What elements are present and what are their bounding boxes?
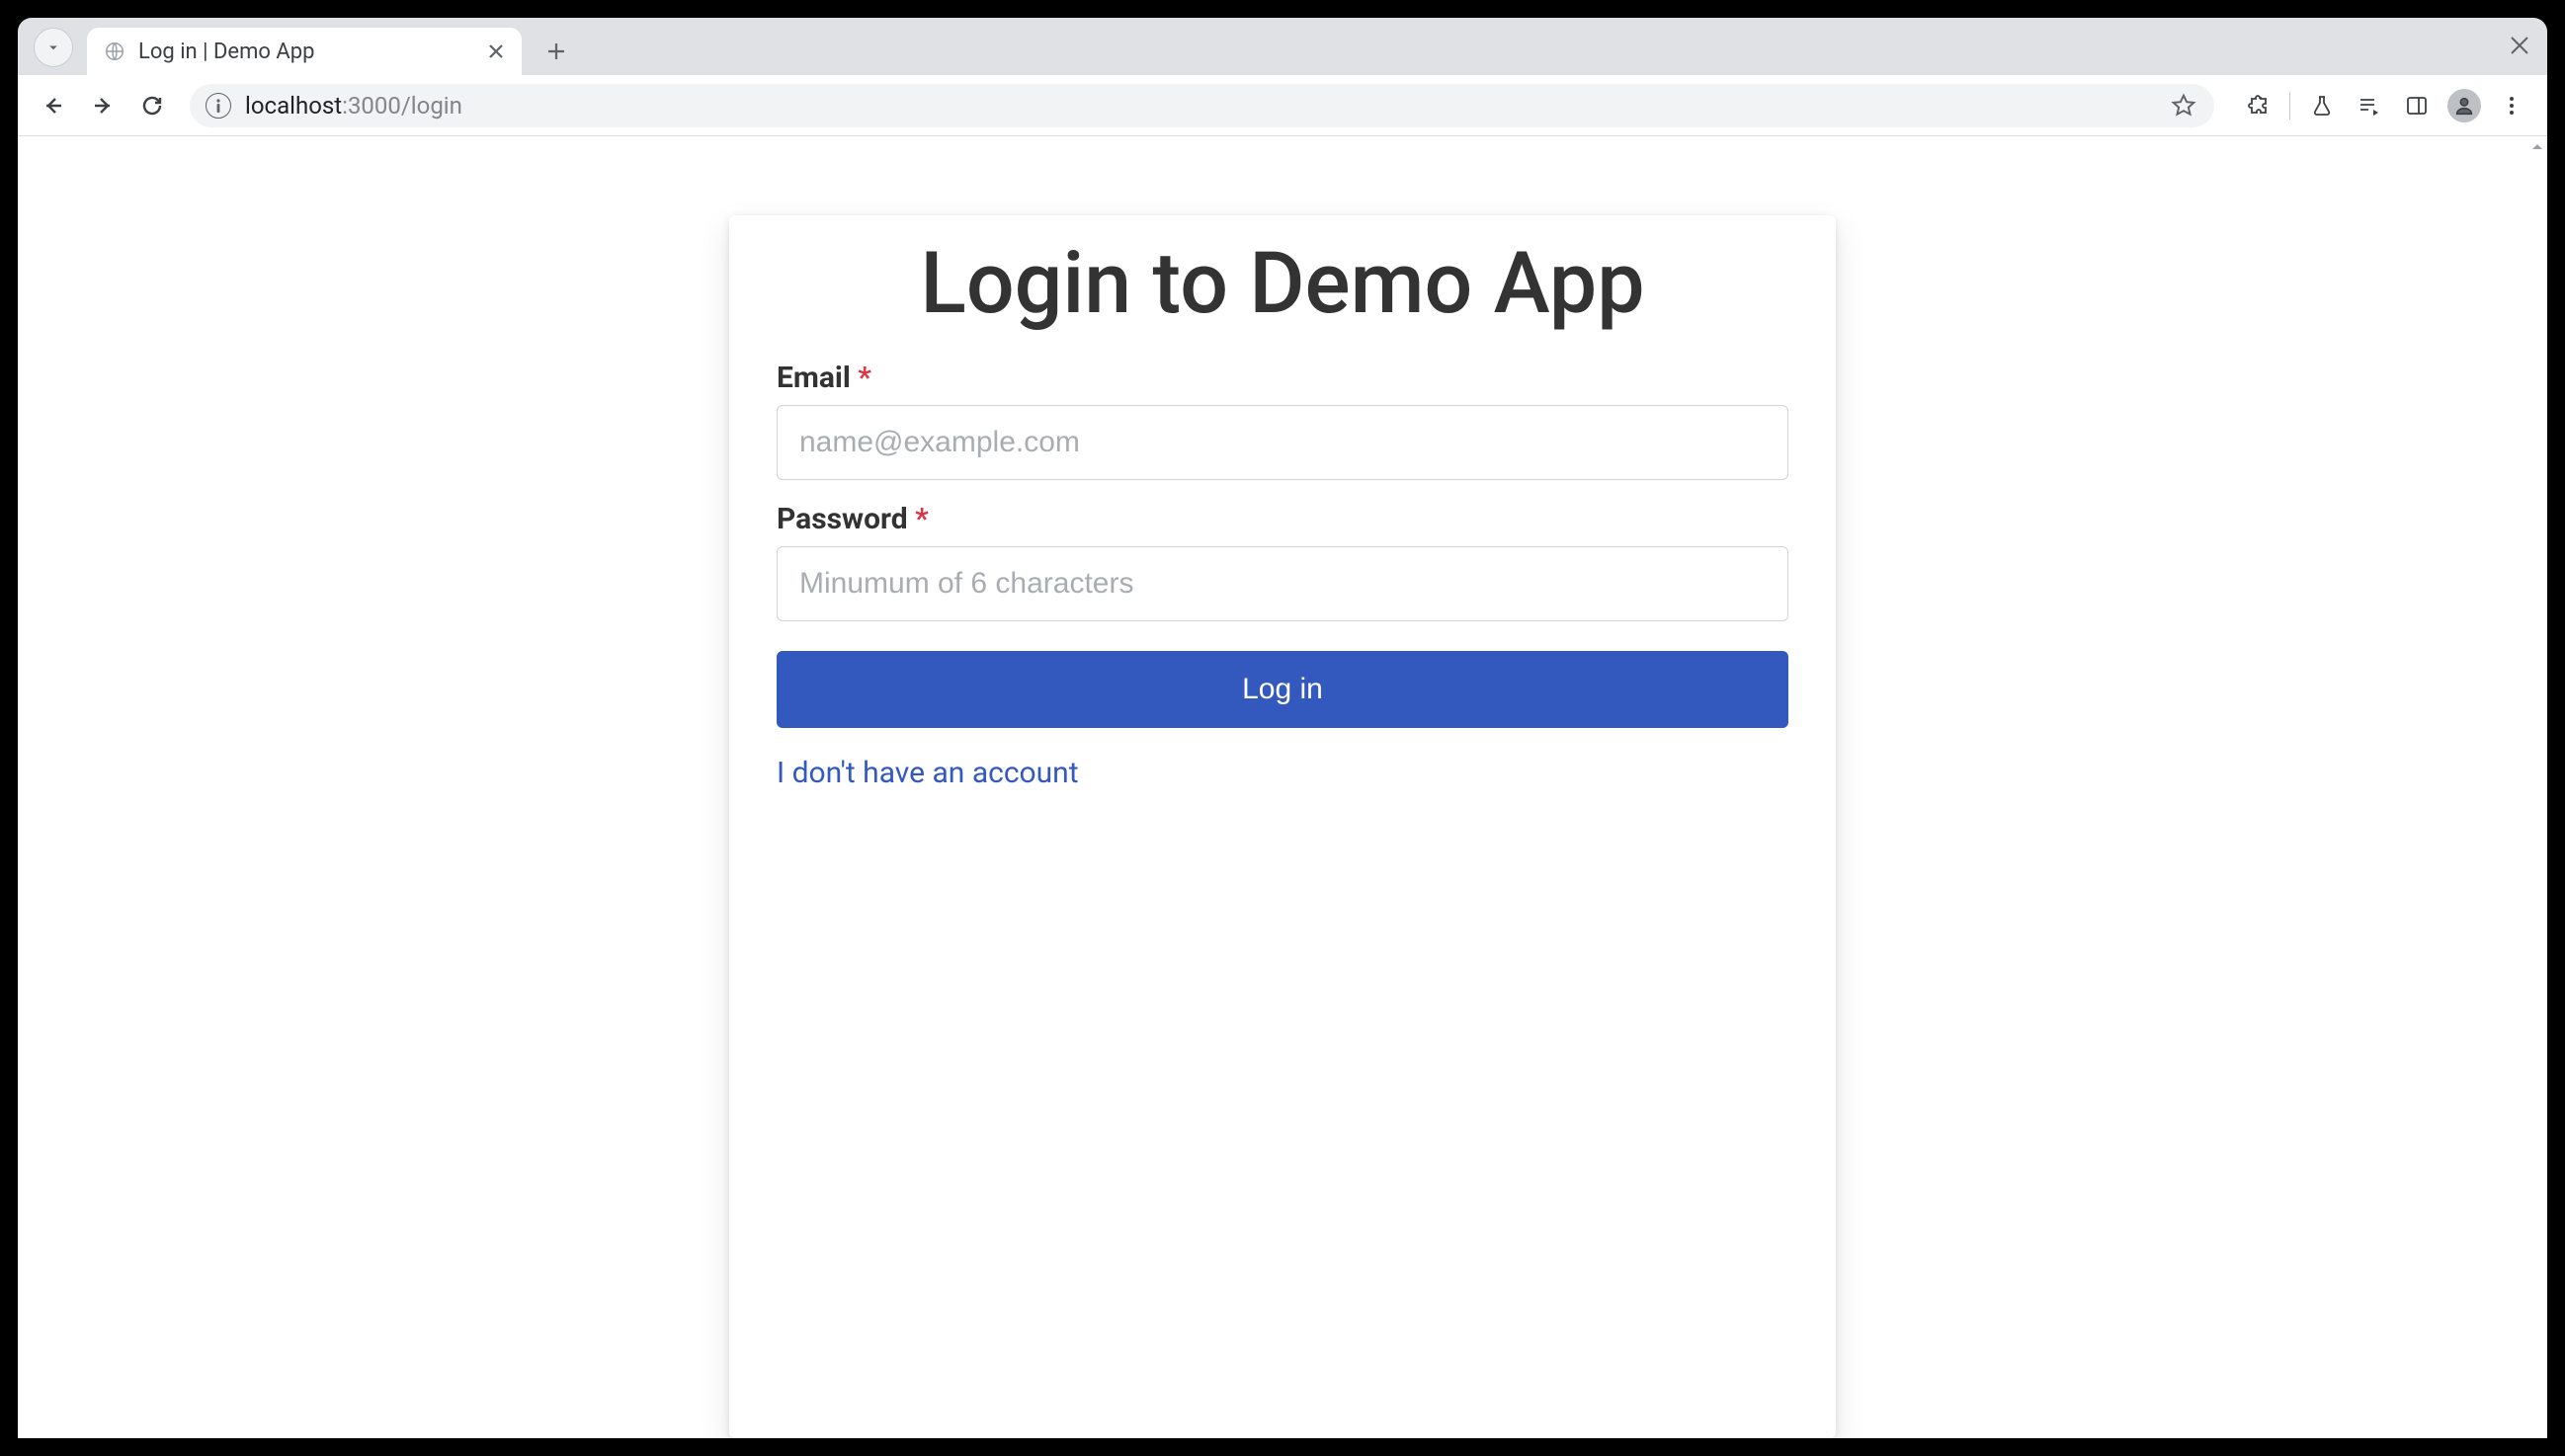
address-bar[interactable]: localhost:3000/login [190,84,2214,127]
tab-title: Log in | Demo App [138,40,472,64]
login-button[interactable]: Log in [777,651,1788,728]
browser-toolbar: localhost:3000/login [18,75,2547,136]
back-button[interactable] [32,84,75,127]
flask-icon [2310,94,2334,118]
panel-icon [2405,94,2429,118]
globe-icon [103,40,126,63]
url-host: localhost [245,92,342,120]
password-label: Password * [777,502,1788,536]
scrollbar-up[interactable] [2529,138,2545,156]
tab-strip: Log in | Demo App [18,18,2547,75]
close-icon [2510,36,2529,55]
extensions-button[interactable] [2236,84,2279,127]
new-tab-button[interactable] [538,33,575,70]
required-mark: * [858,361,871,395]
site-info-button[interactable] [206,93,231,119]
login-card: Login to Demo App Email * Password * Lo [729,215,1836,1438]
arrow-left-icon [41,94,65,118]
close-icon [489,44,503,58]
reload-icon [140,94,164,118]
chevron-down-icon [44,39,62,56]
email-label: Email * [777,361,1788,395]
required-mark: * [915,502,929,536]
tab-search-button[interactable] [34,28,73,67]
reload-button[interactable] [130,84,174,127]
arrow-right-icon [91,94,115,118]
login-heading: Login to Demo App [777,233,1788,333]
page-viewport: Login to Demo App Email * Password * Lo [18,136,2547,1438]
browser-tab[interactable]: Log in | Demo App [87,28,522,75]
puzzle-icon [2246,94,2270,118]
side-panel-button[interactable] [2395,84,2439,127]
info-icon [216,99,220,113]
menu-button[interactable] [2490,84,2533,127]
signup-link[interactable]: I don't have an account [777,756,1079,790]
email-field[interactable] [777,405,1788,480]
url-path: :3000/login [342,92,462,120]
bookmark-button[interactable] [2169,91,2198,121]
labs-button[interactable] [2300,84,2344,127]
forward-button[interactable] [81,84,124,127]
media-button[interactable] [2348,84,2391,127]
playlist-icon [2358,94,2381,118]
kebab-icon [2500,94,2524,118]
window-close-button[interactable] [2506,32,2533,59]
avatar-icon [2447,89,2481,122]
tab-close-button[interactable] [484,40,508,63]
caret-up-icon [2531,141,2543,153]
profile-button[interactable] [2442,84,2486,127]
url-text: localhost:3000/login [245,92,2155,120]
plus-icon [547,42,565,60]
toolbar-separator [2289,92,2290,120]
password-field[interactable] [777,546,1788,621]
star-icon [2171,93,2196,119]
